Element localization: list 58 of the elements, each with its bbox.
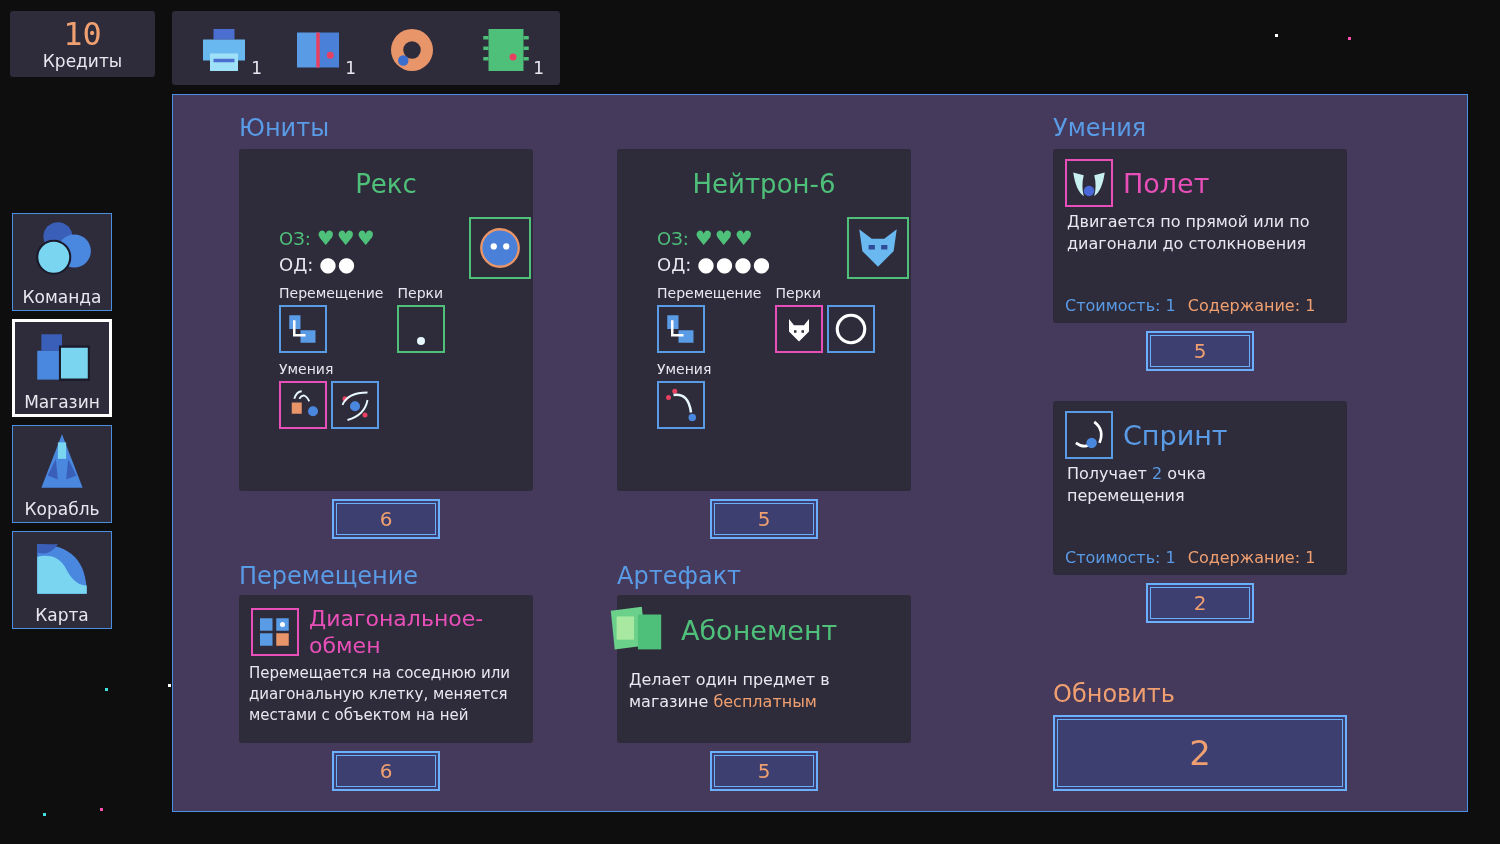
- credits-label: Кредиты: [42, 51, 123, 71]
- skill-name: Полет: [1123, 169, 1210, 197]
- unit-name: Рекс: [354, 169, 418, 199]
- unit-name: Нейтрон-6: [691, 169, 837, 199]
- slot-label: Умения: [279, 361, 335, 377]
- section-title: Юниты: [239, 113, 330, 143]
- description: Перемещается на соседнюю или диагональную клетку, меняется местами с объектом на ней: [249, 663, 512, 726]
- description: Двигается по прямой или по диагонали до столкновения: [1066, 211, 1311, 255]
- slot-frame[interactable]: [657, 305, 705, 353]
- ap-label: ОД:: [657, 253, 692, 275]
- dot-icon: [417, 337, 426, 345]
- item-count: 1: [533, 58, 544, 78]
- hp-label: ОЗ:: [279, 227, 311, 249]
- item-name: Абонемент: [681, 616, 838, 644]
- nav-tab[interactable]: Карта: [12, 531, 112, 629]
- slot-frame[interactable]: [331, 381, 379, 429]
- credits-value: 10: [63, 17, 102, 51]
- nav-tab[interactable]: Команда: [12, 213, 112, 311]
- price-button[interactable]: 6: [332, 751, 440, 791]
- hp-hearts: ♥♥♥: [694, 226, 755, 250]
- price-button[interactable]: 2: [1053, 715, 1347, 791]
- slot-frame[interactable]: [657, 381, 705, 429]
- section-title: Перемещение: [239, 561, 419, 591]
- price-button[interactable]: 6: [332, 499, 440, 539]
- price-button[interactable]: 5: [710, 499, 818, 539]
- price-button[interactable]: 5: [710, 751, 818, 791]
- section-title: Обновить: [1053, 679, 1175, 709]
- item-name: Диагональное-обмен: [309, 605, 485, 659]
- hp-label: ОЗ:: [657, 227, 689, 249]
- nav-tab[interactable]: Корабль: [12, 425, 112, 523]
- ap-pips: ●●●●: [697, 252, 772, 276]
- hp-hearts: ♥♥♥: [316, 226, 377, 250]
- slot-frame[interactable]: [397, 305, 446, 353]
- slot-label: Умения: [657, 361, 713, 377]
- section-title: Умения: [1053, 113, 1147, 143]
- price-button[interactable]: 2: [1146, 583, 1254, 623]
- cost-text: Стоимость: 1: [1065, 548, 1176, 567]
- nav-tab[interactable]: Магазин: [12, 319, 112, 417]
- section-title: Артефакт: [617, 561, 742, 591]
- slot-label: Перемещение: [279, 285, 384, 301]
- ap-label: ОД:: [279, 253, 314, 275]
- slot-frame[interactable]: [775, 305, 824, 353]
- upkeep-text: Содержание: 1: [1187, 548, 1316, 567]
- skill-name: Спринт: [1123, 421, 1228, 449]
- slot-frame[interactable]: [279, 381, 327, 429]
- description: Получает 2 очка перемещения: [1066, 463, 1207, 507]
- slot-label: Перки: [775, 285, 823, 301]
- cost-text: Стоимость: 1: [1065, 296, 1176, 315]
- ap-pips: ●●: [319, 252, 357, 276]
- slot-label: Перемещение: [657, 285, 762, 301]
- slot-frame[interactable]: [827, 305, 876, 353]
- slot-frame[interactable]: [279, 305, 327, 353]
- slot-label: Перки: [397, 285, 445, 301]
- item-count: 1: [345, 58, 356, 78]
- upkeep-text: Содержание: 1: [1187, 296, 1316, 315]
- price-button[interactable]: 5: [1146, 331, 1254, 371]
- description: Делает один предмет в магазине бесплатным: [629, 669, 831, 713]
- item-count: 1: [251, 58, 262, 78]
